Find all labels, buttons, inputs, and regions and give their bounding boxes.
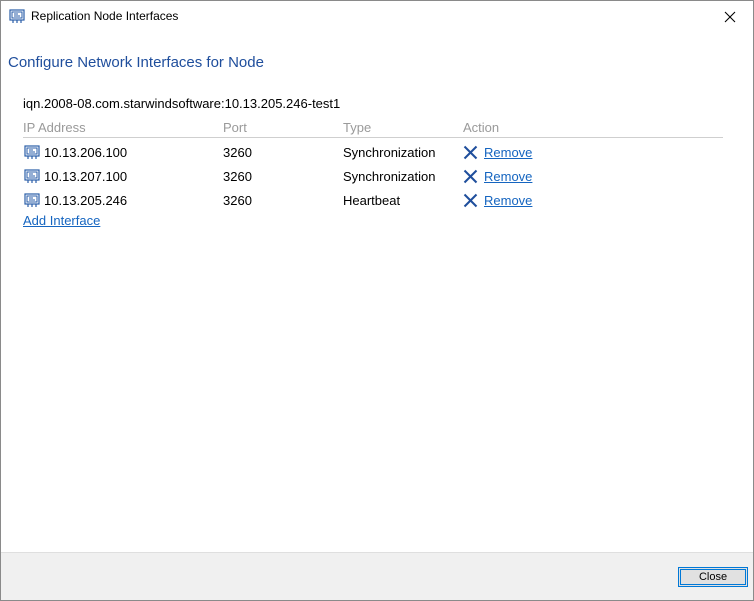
port-cell: 3260 [223,145,252,160]
ip-address-cell: 10.13.206.100 [44,145,128,160]
remove-link[interactable]: Remove [484,193,532,208]
dialog-footer: Close [1,552,753,600]
table-row: 10.13.207.100 3260 Synchronization Remov… [1,166,753,188]
remove-x-icon[interactable] [463,145,478,160]
remove-x-icon[interactable] [463,193,478,208]
column-header-port: Port [223,120,247,135]
network-adapter-icon [24,193,40,207]
type-cell: Heartbeat [343,193,401,208]
replication-node-interfaces-window: Replication Node Interfaces Configure Ne… [0,0,754,601]
close-button-label: Close [698,571,728,583]
dialog-body: Configure Network Interfaces for Node iq… [1,32,753,552]
table-row: 10.13.205.246 3260 Heartbeat Remove [1,190,753,212]
add-interface-link[interactable]: Add Interface [23,213,100,228]
network-adapter-icon [9,9,25,23]
close-button[interactable]: Close [678,567,748,587]
port-cell: 3260 [223,193,252,208]
remove-x-icon[interactable] [463,169,478,184]
dialog-heading: Configure Network Interfaces for Node [8,54,264,71]
network-adapter-icon [24,169,40,183]
remove-link[interactable]: Remove [484,169,532,184]
column-header-action: Action [463,120,500,135]
window-close-button[interactable] [707,1,753,32]
ip-address-cell: 10.13.205.246 [44,193,128,208]
title-bar: Replication Node Interfaces [1,1,753,32]
port-cell: 3260 [223,169,252,184]
node-name: iqn.2008-08.com.starwindsoftware:10.13.2… [23,96,341,111]
column-header-ip-address: IP Address [23,120,86,135]
remove-link[interactable]: Remove [484,145,532,160]
window-title: Replication Node Interfaces [31,9,179,23]
header-divider [23,137,723,138]
type-cell: Synchronization [343,145,436,160]
close-icon [724,11,736,22]
table-row: 10.13.206.100 3260 Synchronization Remov… [1,142,753,164]
ip-address-cell: 10.13.207.100 [44,169,128,184]
network-adapter-icon [24,145,40,159]
column-header-type: Type [343,120,372,135]
type-cell: Synchronization [343,169,436,184]
